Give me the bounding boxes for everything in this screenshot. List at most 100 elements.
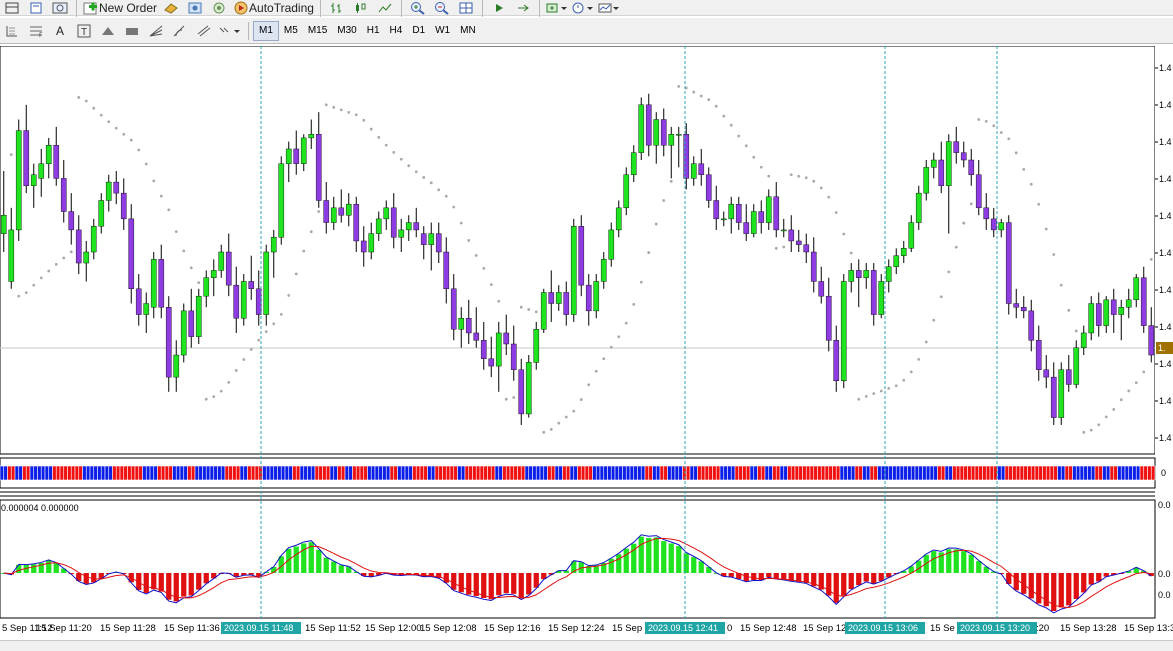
- navigator-icon[interactable]: [26, 0, 46, 18]
- sar-dot: [639, 280, 643, 284]
- bear-candle: [450, 288, 457, 330]
- histogram-bar: [616, 554, 622, 573]
- red-bar-cell: [955, 465, 961, 481]
- chart-area[interactable]: 1.4 1.4 1.4 1.4 1.4 1.4 1.4 1.4 1.4 1.4 1.4 1. 0 0.…: [0, 46, 1173, 650]
- new-order-button[interactable]: New Order: [83, 0, 157, 18]
- red-bar-cell: [517, 465, 522, 481]
- bear-candle: [293, 148, 300, 164]
- timeframe-m15[interactable]: M15: [303, 22, 332, 40]
- blue-bar-cell: [374, 465, 380, 481]
- auto-scroll-icon[interactable]: [489, 0, 509, 18]
- triangle-icon[interactable]: [98, 21, 118, 41]
- bear-candle: [1005, 222, 1012, 304]
- timeframe-m30[interactable]: M30: [332, 22, 361, 40]
- blue-bar-cell: [779, 465, 785, 481]
- sar-dot: [377, 135, 381, 139]
- bull-candle: [1103, 299, 1110, 326]
- bar-chart-icon[interactable]: [327, 0, 347, 18]
- bull-candle: [1080, 332, 1087, 348]
- bull-candle: [600, 259, 607, 282]
- periods-dropdown-icon[interactable]: [572, 0, 594, 18]
- metaeditor-icon[interactable]: [185, 0, 205, 18]
- bear-candle: [1028, 310, 1035, 341]
- text-tool-icon[interactable]: A: [50, 21, 70, 41]
- autotrading-button[interactable]: AutoTrading: [233, 0, 314, 18]
- bear-candle: [660, 119, 667, 146]
- channel-icon[interactable]: [194, 21, 214, 41]
- histogram-bar: [968, 554, 974, 573]
- bear-candle: [158, 259, 165, 308]
- histogram-bar: [728, 573, 734, 577]
- timeframe-h4[interactable]: H4: [385, 22, 408, 40]
- blue-bar-cell: [1000, 465, 1006, 481]
- candlestick-icon[interactable]: [351, 0, 371, 18]
- sar-dot: [324, 103, 328, 107]
- red-bar-cell: [513, 465, 518, 481]
- red-bar-cell: [1023, 465, 1028, 481]
- histogram-bar: [511, 573, 517, 594]
- zoom-out-icon[interactable]: [432, 0, 452, 18]
- price-tick-label: 1.4: [1159, 359, 1172, 369]
- timeframe-mn[interactable]: MN: [455, 22, 481, 40]
- timeframe-m5[interactable]: M5: [279, 22, 303, 40]
- autotrading-icon: [234, 1, 248, 14]
- arrows-dropdown-icon[interactable]: [218, 21, 242, 41]
- bear-candle: [855, 270, 862, 278]
- chart-shift-icon[interactable]: [513, 0, 533, 18]
- red-bar-cell: [1139, 465, 1145, 481]
- red-bar-cell: [112, 465, 117, 481]
- bear-candle: [390, 207, 397, 238]
- price-tick-label: 1.4: [1159, 211, 1172, 221]
- zoom-in-icon[interactable]: [408, 0, 428, 18]
- bear-candle: [758, 211, 765, 223]
- indicators-dropdown-icon[interactable]: [546, 0, 568, 18]
- timeframe-w1[interactable]: W1: [430, 22, 455, 40]
- bear-candle: [23, 130, 30, 186]
- histogram-bar: [1066, 573, 1072, 606]
- bull-candle: [878, 281, 885, 315]
- blue-bar-cell: [918, 465, 923, 481]
- market-watch-icon[interactable]: [161, 0, 181, 18]
- sar-dot: [977, 118, 981, 121]
- blue-bar-cell: [37, 465, 42, 481]
- blue-bar-cell: [693, 465, 698, 481]
- red-bar-cell: [697, 465, 702, 481]
- sar-dot: [999, 131, 1003, 134]
- red-bar-cell: [963, 465, 968, 481]
- templates-dropdown-icon[interactable]: [598, 0, 620, 18]
- price-tick-label: 1.4: [1159, 396, 1172, 406]
- timeframe-h1[interactable]: H1: [362, 22, 385, 40]
- timeframe-m1[interactable]: M1: [253, 20, 279, 41]
- line-chart-icon[interactable]: [375, 0, 395, 18]
- sar-dot: [602, 357, 606, 361]
- blue-bar-cell: [333, 465, 338, 481]
- bull-candle: [765, 196, 772, 223]
- bear-candle: [225, 251, 232, 286]
- rectangle-icon[interactable]: [122, 21, 142, 41]
- sar-dot: [422, 176, 426, 179]
- tile-windows-icon[interactable]: [456, 0, 476, 18]
- chart-grid-icon[interactable]: [2, 0, 22, 18]
- blue-bar-cell: [427, 465, 432, 481]
- bull-candle: [173, 354, 180, 378]
- new-order-icon: [83, 2, 97, 14]
- blue-bar-cell: [603, 465, 608, 481]
- blue-bar-cell: [723, 465, 728, 481]
- bear-candle: [443, 251, 450, 289]
- timeframe-d1[interactable]: D1: [407, 22, 430, 40]
- blue-bar-cell: [689, 465, 695, 481]
- red-bar-cell: [712, 465, 717, 481]
- zoom-search-icon[interactable]: [50, 0, 70, 18]
- blue-bar-cell: [652, 465, 657, 481]
- grid-drag-handle-icon[interactable]: [2, 21, 22, 41]
- fan-icon[interactable]: [146, 21, 166, 41]
- gann-icon[interactable]: [170, 21, 190, 41]
- svg-text:T: T: [81, 27, 87, 38]
- text-label-icon[interactable]: T: [74, 21, 94, 41]
- fibonacci-icon[interactable]: F: [26, 21, 46, 41]
- sar-dot: [437, 188, 441, 192]
- signal-icon[interactable]: [209, 0, 229, 18]
- blue-bar-cell: [179, 465, 185, 481]
- new-order-label: New Order: [99, 0, 158, 15]
- blue-bar-cell: [944, 465, 950, 481]
